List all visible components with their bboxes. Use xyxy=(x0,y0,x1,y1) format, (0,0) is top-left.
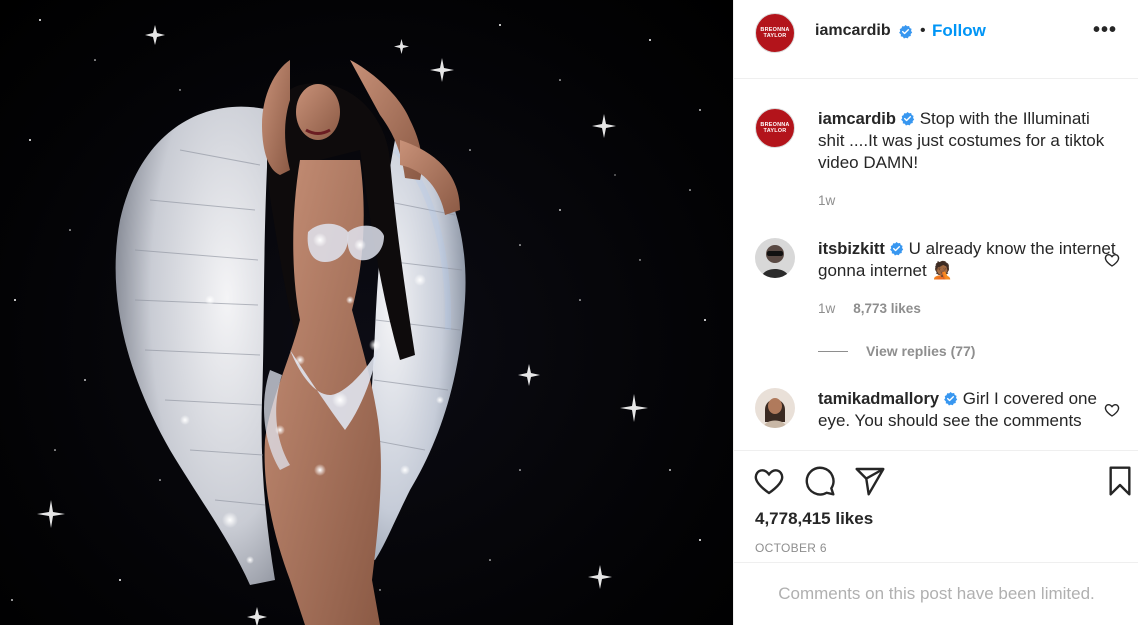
avatar-text-line2: TAYLOR xyxy=(763,33,787,39)
verified-icon xyxy=(890,241,904,256)
author-avatar[interactable]: BREONNA TAYLOR xyxy=(755,13,795,53)
comment-meta: 1w xyxy=(818,193,835,208)
follow-button[interactable]: Follow xyxy=(932,21,986,41)
comment-body: itsbizkitt U already know the internet g… xyxy=(818,238,1118,282)
comment-avatar[interactable] xyxy=(755,238,795,278)
avatar-image xyxy=(755,388,795,428)
comment-username[interactable]: itsbizkitt xyxy=(818,240,885,258)
avatar-image xyxy=(755,238,795,278)
comment-time[interactable]: 1w xyxy=(818,193,835,208)
share-icon[interactable] xyxy=(854,465,886,497)
comment-icon[interactable] xyxy=(804,465,836,497)
post-side-panel: BREONNA TAYLOR iamcardib • Follow ••• BR… xyxy=(733,0,1138,625)
post-image xyxy=(11,19,706,625)
facepalm-emoji: 🤦🏾 xyxy=(931,261,953,280)
comments-limited-notice: Comments on this post have been limited. xyxy=(734,562,1138,625)
heart-icon[interactable] xyxy=(753,465,785,497)
verified-icon xyxy=(899,24,913,39)
comment-body: iamcardib Stop with the Illuminati shit … xyxy=(818,108,1118,174)
post-likes-count[interactable]: 4,778,415 likes xyxy=(755,509,873,529)
comment-avatar[interactable] xyxy=(755,388,795,428)
header-separator: • xyxy=(920,22,926,39)
view-replies-button[interactable]: View replies (77) xyxy=(818,343,975,359)
comment-time[interactable]: 1w xyxy=(818,301,835,316)
save-icon[interactable] xyxy=(1104,465,1136,497)
comment-likes[interactable]: 8,773 likes xyxy=(853,301,921,316)
comment-body: tamikadmallory Girl I covered one eye. Y… xyxy=(818,388,1118,432)
comment-username[interactable]: iamcardib xyxy=(818,110,896,128)
comments-list[interactable]: BREONNA TAYLOR iamcardib Stop with the I… xyxy=(734,80,1138,450)
like-comment-heart-icon[interactable] xyxy=(1104,252,1120,268)
view-replies-label: View replies (77) xyxy=(866,343,976,359)
post-header: BREONNA TAYLOR iamcardib • Follow ••• xyxy=(734,0,1138,79)
left-wing xyxy=(115,106,275,585)
comment-meta: 1w 8,773 likes xyxy=(818,301,921,316)
avatar-text-line2: TAYLOR xyxy=(763,128,787,134)
post-actions: 4,778,415 likes OCTOBER 6 xyxy=(734,450,1138,562)
more-icon[interactable]: ••• xyxy=(1093,20,1117,40)
comment-username[interactable]: tamikadmallory xyxy=(818,390,939,408)
verified-icon xyxy=(901,111,915,126)
post-date[interactable]: OCTOBER 6 xyxy=(755,541,827,555)
comment-avatar[interactable]: BREONNA TAYLOR xyxy=(755,108,795,148)
replies-divider xyxy=(818,350,848,352)
like-comment-heart-icon[interactable] xyxy=(1104,402,1120,418)
verified-icon xyxy=(944,391,958,406)
face xyxy=(296,84,340,140)
post-photo[interactable] xyxy=(0,0,733,625)
author-username[interactable]: iamcardib xyxy=(815,22,891,40)
